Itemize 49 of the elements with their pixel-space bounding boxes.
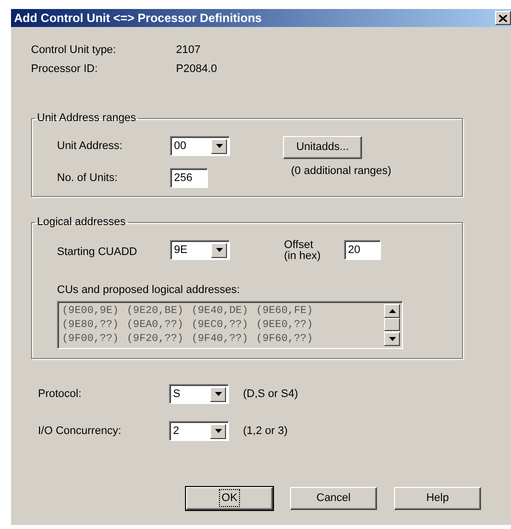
list-entry: (9E20,BE) — [126, 304, 184, 318]
caret-icon — [216, 248, 222, 252]
dropdown[interactable]: 9E — [170, 240, 230, 260]
list-entry: (9F00,??) — [62, 332, 119, 346]
scrollbar[interactable] — [384, 304, 400, 346]
field-label: Control Unit type: — [31, 43, 117, 58]
list-entry: (9E60,FE) — [256, 304, 313, 318]
input-field[interactable]: 256 — [170, 168, 208, 188]
hint-text: (1,2 or 3) — [243, 424, 288, 439]
field-value: 2107 — [176, 43, 200, 58]
scroll-down-icon — [388, 336, 396, 340]
group-title: Unit Address ranges — [36, 113, 138, 124]
close-icon — [499, 14, 507, 22]
dropdown[interactable]: S — [169, 384, 229, 404]
list-entry: (9EC0,??) — [191, 318, 248, 332]
list-entry: (9F20,??) — [126, 332, 184, 346]
window-title: Add Control Unit <=> Processor Definitions — [14, 10, 262, 27]
list-entry: (9E40,DE) — [191, 304, 248, 318]
field-label: Starting CUADD — [57, 245, 138, 260]
input-field[interactable]: 20 — [344, 240, 381, 260]
list-entry: (9E80,??) — [62, 318, 119, 332]
list-entry: (9F40,??) — [191, 332, 248, 346]
caret-icon — [214, 392, 222, 396]
group-title: Logical addresses — [36, 217, 127, 228]
list-entry: (9E00,9E) — [62, 304, 119, 318]
field-label: Offset — [284, 240, 314, 251]
field-label: Processor ID: — [31, 62, 99, 77]
list-label: CUs and proposed logical addresses: — [57, 283, 241, 298]
field-label: (in hex) — [284, 251, 322, 262]
dropdown[interactable]: 2 — [169, 421, 229, 441]
close-button[interactable] — [495, 11, 511, 25]
field-label: Unit Address: — [57, 138, 124, 154]
caret-icon — [214, 429, 222, 433]
hint-text: (D,S or S4) — [243, 386, 298, 402]
scroll-up-icon — [388, 308, 396, 312]
field-label: I/O Concurrency: — [38, 424, 122, 439]
dialog-button[interactable]: Cancel — [290, 487, 377, 510]
caret-icon — [216, 144, 222, 148]
list-entry: (9EA0,??) — [126, 318, 184, 332]
dropdown[interactable]: 00 — [170, 136, 230, 156]
list-entry: (9EE0,??) — [256, 318, 313, 332]
field-value: P2084.0 — [176, 62, 217, 77]
list-entry: (9F60,??) — [256, 332, 313, 346]
unitadds-button[interactable]: Unitadds... — [283, 136, 362, 159]
ok-button[interactable]: OK — [186, 487, 273, 510]
dialog-button[interactable]: Help — [394, 487, 481, 510]
note-text: (0 additional ranges) — [291, 164, 392, 179]
field-label: Protocol: — [38, 386, 82, 402]
field-label: No. of Units: — [57, 170, 119, 186]
